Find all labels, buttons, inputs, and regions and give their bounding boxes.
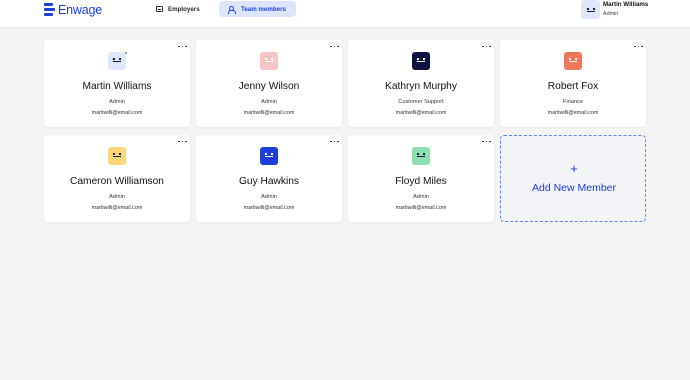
more-options-icon[interactable] <box>330 139 339 144</box>
avatar <box>108 147 126 165</box>
member-role: Admin <box>261 99 277 105</box>
smile-face-icon <box>265 58 273 62</box>
member-email: martiwilli@email.com <box>243 110 295 116</box>
avatar <box>260 147 278 165</box>
member-card[interactable]: Cameron Williamson Admin martiwilli@email.… <box>44 135 190 222</box>
member-card[interactable]: Kathryn Murphy Customer Support martiwilli… <box>348 40 494 127</box>
tab-employers[interactable]: Employers <box>150 1 214 17</box>
member-email: martiwilli@email.com <box>243 205 295 211</box>
tab-employers-label: Employers <box>168 5 200 13</box>
current-user-role: Admin <box>603 11 619 17</box>
member-name: Robert Fox <box>547 81 599 92</box>
more-options-icon[interactable] <box>178 139 187 144</box>
member-email: martiwilli@email.com <box>91 110 143 116</box>
member-role: Customer Support <box>398 99 444 105</box>
more-options-icon[interactable] <box>482 44 491 49</box>
tab-team-members[interactable]: Team members <box>219 1 296 17</box>
member-email: martiwilli@email.com <box>547 110 599 116</box>
logo-icon <box>44 3 55 17</box>
member-name: Floyd Miles <box>395 176 447 187</box>
avatar <box>581 0 600 19</box>
smile-face-icon <box>113 58 121 62</box>
smile-face-icon <box>265 153 273 157</box>
avatar <box>260 52 278 70</box>
online-status-dot <box>124 51 128 55</box>
member-role: Admin <box>109 194 125 200</box>
avatar <box>108 52 126 70</box>
member-role: Admin <box>109 99 125 105</box>
plus-icon: + <box>570 161 578 176</box>
member-email: martiwilli@email.com <box>395 205 447 211</box>
smile-face-icon <box>417 153 425 157</box>
add-new-member-label: Add New Member <box>531 182 617 194</box>
member-name: Kathryn Murphy <box>385 81 457 92</box>
member-card[interactable]: Jenny Wilson Admin martiwilli@email.com <box>196 40 342 127</box>
add-new-member-button[interactable]: + Add New Member <box>500 135 646 222</box>
member-card[interactable]: Guy Hawkins Admin martiwilli@email.com <box>196 135 342 222</box>
more-options-icon[interactable] <box>634 44 643 49</box>
member-card[interactable]: Robert Fox Finance martiwilli@email.com <box>500 40 646 127</box>
avatar <box>412 147 430 165</box>
member-name: Martin Williams <box>82 81 152 92</box>
smile-face-icon <box>569 58 577 62</box>
member-role: Admin <box>261 194 277 200</box>
member-card[interactable]: Floyd Miles Admin martiwilli@email.com <box>348 135 494 222</box>
list-icon <box>156 6 163 12</box>
smile-face-icon <box>417 58 425 62</box>
smile-face-icon <box>587 8 595 12</box>
more-options-icon[interactable] <box>482 139 491 144</box>
member-card[interactable]: Martin Williams Admin martiwilli@email.com <box>44 40 190 127</box>
current-user-name: Martin Williams <box>603 1 649 8</box>
current-user-menu[interactable]: Martin Williams Admin <box>581 0 648 19</box>
member-name: Guy Hawkins <box>238 176 299 187</box>
top-navigation-bar: Enwage Employers Team members Martin Wil… <box>0 0 690 27</box>
member-name: Cameron Williamson <box>70 176 164 187</box>
member-role: Finance <box>563 99 583 105</box>
people-icon <box>228 6 236 14</box>
logo-text: Enwage <box>58 3 102 17</box>
avatar <box>564 52 582 70</box>
member-email: martiwilli@email.com <box>91 205 143 211</box>
member-email: martiwilli@email.com <box>395 110 447 116</box>
smile-face-icon <box>113 153 121 157</box>
avatar <box>412 52 430 70</box>
tab-team-members-label: Team members <box>241 5 286 13</box>
member-name: Jenny Wilson <box>238 81 300 92</box>
more-options-icon[interactable] <box>330 44 339 49</box>
member-role: Admin <box>413 194 429 200</box>
more-options-icon[interactable] <box>178 44 187 49</box>
app-logo[interactable]: Enwage <box>44 2 102 18</box>
